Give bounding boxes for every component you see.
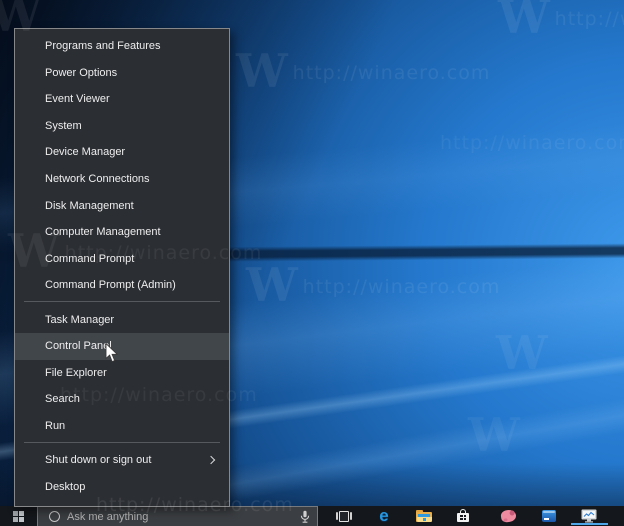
menu-item-desktop[interactable]: Desktop (15, 474, 229, 501)
menu-item-file-explorer[interactable]: File Explorer (15, 360, 229, 387)
menu-separator (24, 301, 220, 303)
microphone-icon[interactable] (299, 510, 311, 526)
edge-browser-button[interactable]: e (364, 506, 404, 526)
menu-item-control-panel[interactable]: Control Panel (15, 333, 229, 360)
edge-icon: e (379, 505, 389, 525)
active-app-underline (571, 523, 608, 525)
cortana-circle-icon (49, 511, 60, 522)
menu-item-event-viewer[interactable]: Event Viewer (15, 86, 229, 113)
blue-window-app-button[interactable] (529, 506, 569, 526)
menu-item-task-manager[interactable]: Task Manager (15, 306, 229, 333)
menu-item-device-manager[interactable]: Device Manager (15, 139, 229, 166)
menu-item-command-prompt-admin[interactable]: Command Prompt (Admin) (15, 272, 229, 299)
menu-item-run[interactable]: Run (15, 413, 229, 440)
submenu-chevron-icon (206, 456, 216, 465)
pink-app-button[interactable] (488, 506, 528, 526)
start-button[interactable] (0, 506, 37, 526)
desktop-screen: W Whttp://winaero.com Whttp://winaero.co… (0, 0, 624, 526)
winx-menu: Programs and Features Power Options Even… (14, 28, 230, 507)
taskbar-search-box[interactable] (37, 506, 318, 526)
pink-app-icon (499, 509, 517, 523)
task-view-icon (336, 510, 352, 522)
menu-item-command-prompt[interactable]: Command Prompt (15, 245, 229, 272)
menu-item-search[interactable]: Search (15, 386, 229, 413)
windows-store-button[interactable] (443, 506, 483, 526)
blue-window-icon (542, 510, 556, 522)
menu-item-disk-management[interactable]: Disk Management (15, 192, 229, 219)
windows-logo-icon (13, 510, 24, 522)
task-view-button[interactable] (324, 506, 364, 526)
search-input[interactable] (67, 510, 267, 523)
menu-separator (24, 442, 220, 444)
menu-item-shut-down-or-sign-out[interactable]: Shut down or sign out (15, 447, 229, 474)
menu-item-power-options[interactable]: Power Options (15, 60, 229, 87)
store-bag-icon (456, 509, 470, 523)
file-explorer-button[interactable] (404, 506, 444, 526)
taskbar: e (0, 506, 624, 526)
folder-icon (415, 509, 433, 523)
menu-item-programs-and-features[interactable]: Programs and Features (15, 33, 229, 60)
menu-item-network-connections[interactable]: Network Connections (15, 166, 229, 193)
task-manager-icon (581, 509, 597, 523)
menu-item-computer-management[interactable]: Computer Management (15, 219, 229, 246)
menu-item-system[interactable]: System (15, 113, 229, 140)
